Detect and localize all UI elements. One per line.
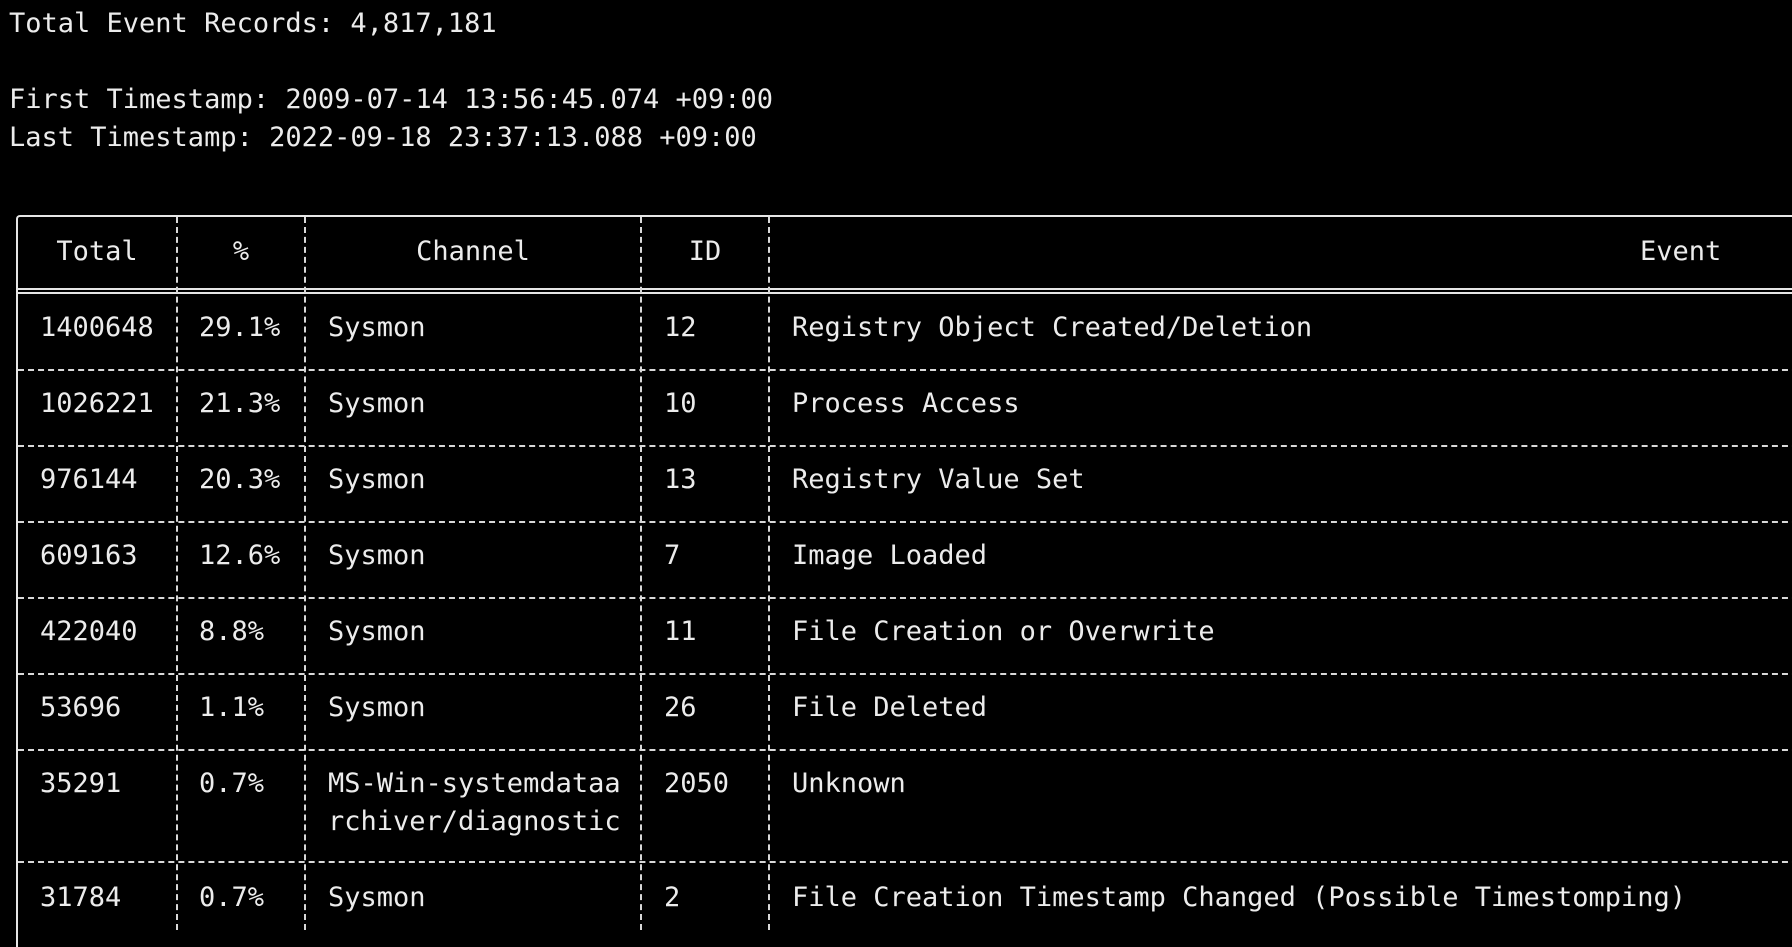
cell-channel: Sysmon: [328, 464, 426, 495]
cell-id: 13: [664, 464, 697, 495]
cell-total: 1400648: [40, 312, 154, 343]
cell-percent: 0.7%: [199, 768, 265, 799]
cell-channel: Sysmon: [328, 882, 426, 913]
cell-id: 26: [664, 692, 697, 723]
cell-total: 609163: [40, 540, 138, 571]
header-separator: [18, 288, 1792, 290]
row-separator: [18, 749, 1792, 751]
cell-channel: Sysmon: [328, 388, 426, 419]
cell-total: 53696: [40, 692, 122, 723]
cell-id: 2050: [664, 768, 730, 799]
column-separator: [640, 217, 642, 930]
cell-percent: 21.3%: [199, 388, 281, 419]
header-total: Total: [56, 236, 138, 267]
cell-channel: Sysmon: [328, 540, 426, 571]
cell-percent: 0.7%: [199, 882, 265, 913]
first-timestamp-line: First Timestamp: 2009-07-14 13:56:45.074…: [9, 81, 773, 119]
cell-total: 35291: [40, 768, 122, 799]
cell-event: Image Loaded: [792, 540, 988, 571]
cell-id: 12: [664, 312, 697, 343]
row-separator: [18, 861, 1792, 863]
total-records-line: Total Event Records: 4,817,181: [9, 5, 497, 43]
total-records-value: 4,817,181: [350, 8, 497, 39]
cell-percent: 1.1%: [199, 692, 265, 723]
cell-event: Process Access: [792, 388, 1020, 419]
cell-event: Registry Object Created/Deletion: [792, 312, 1313, 343]
header-event: Event: [1640, 236, 1722, 267]
cell-event: Registry Value Set: [792, 464, 1085, 495]
cell-id: 10: [664, 388, 697, 419]
cell-percent: 8.8%: [199, 616, 265, 647]
cell-channel-continued: rchiver/diagnostic: [328, 806, 621, 837]
column-separator: [304, 217, 306, 930]
last-timestamp-label: Last Timestamp:: [9, 122, 253, 153]
cell-id: 2: [664, 882, 681, 913]
cell-channel: Sysmon: [328, 692, 426, 723]
column-separator: [768, 217, 770, 930]
row-separator: [18, 445, 1792, 447]
cell-percent: 20.3%: [199, 464, 281, 495]
cell-event: File Creation or Overwrite: [792, 616, 1215, 647]
cell-channel: MS-Win-systemdataa: [328, 768, 621, 799]
cell-channel: Sysmon: [328, 616, 426, 647]
total-records-label: Total Event Records:: [9, 8, 335, 39]
header-percent: %: [232, 236, 250, 267]
cell-channel: Sysmon: [328, 312, 426, 343]
cell-id: 11: [664, 616, 697, 647]
header-separator: [18, 292, 1792, 294]
cell-total: 1026221: [40, 388, 154, 419]
cell-event: File Deleted: [792, 692, 988, 723]
first-timestamp-label: First Timestamp:: [9, 84, 270, 115]
cell-event: File Creation Timestamp Changed (Possibl…: [792, 882, 1687, 913]
cell-percent: 29.1%: [199, 312, 281, 343]
cell-total: 31784: [40, 882, 122, 913]
row-separator: [18, 597, 1792, 599]
cell-event: Unknown: [792, 768, 906, 799]
header-id: ID: [688, 236, 722, 267]
cell-percent: 12.6%: [199, 540, 281, 571]
last-timestamp-value: 2022-09-18 23:37:13.088 +09:00: [269, 122, 757, 153]
first-timestamp-value: 2009-07-14 13:56:45.074 +09:00: [285, 84, 774, 115]
last-timestamp-line: Last Timestamp: 2022-09-18 23:37:13.088 …: [9, 119, 757, 157]
row-separator: [18, 369, 1792, 371]
row-separator: [18, 521, 1792, 523]
cell-id: 7: [664, 540, 681, 571]
cell-total: 976144: [40, 464, 138, 495]
column-separator: [176, 217, 178, 930]
row-separator: [18, 673, 1792, 675]
cell-total: 422040: [40, 616, 138, 647]
header-channel: Channel: [416, 236, 530, 267]
